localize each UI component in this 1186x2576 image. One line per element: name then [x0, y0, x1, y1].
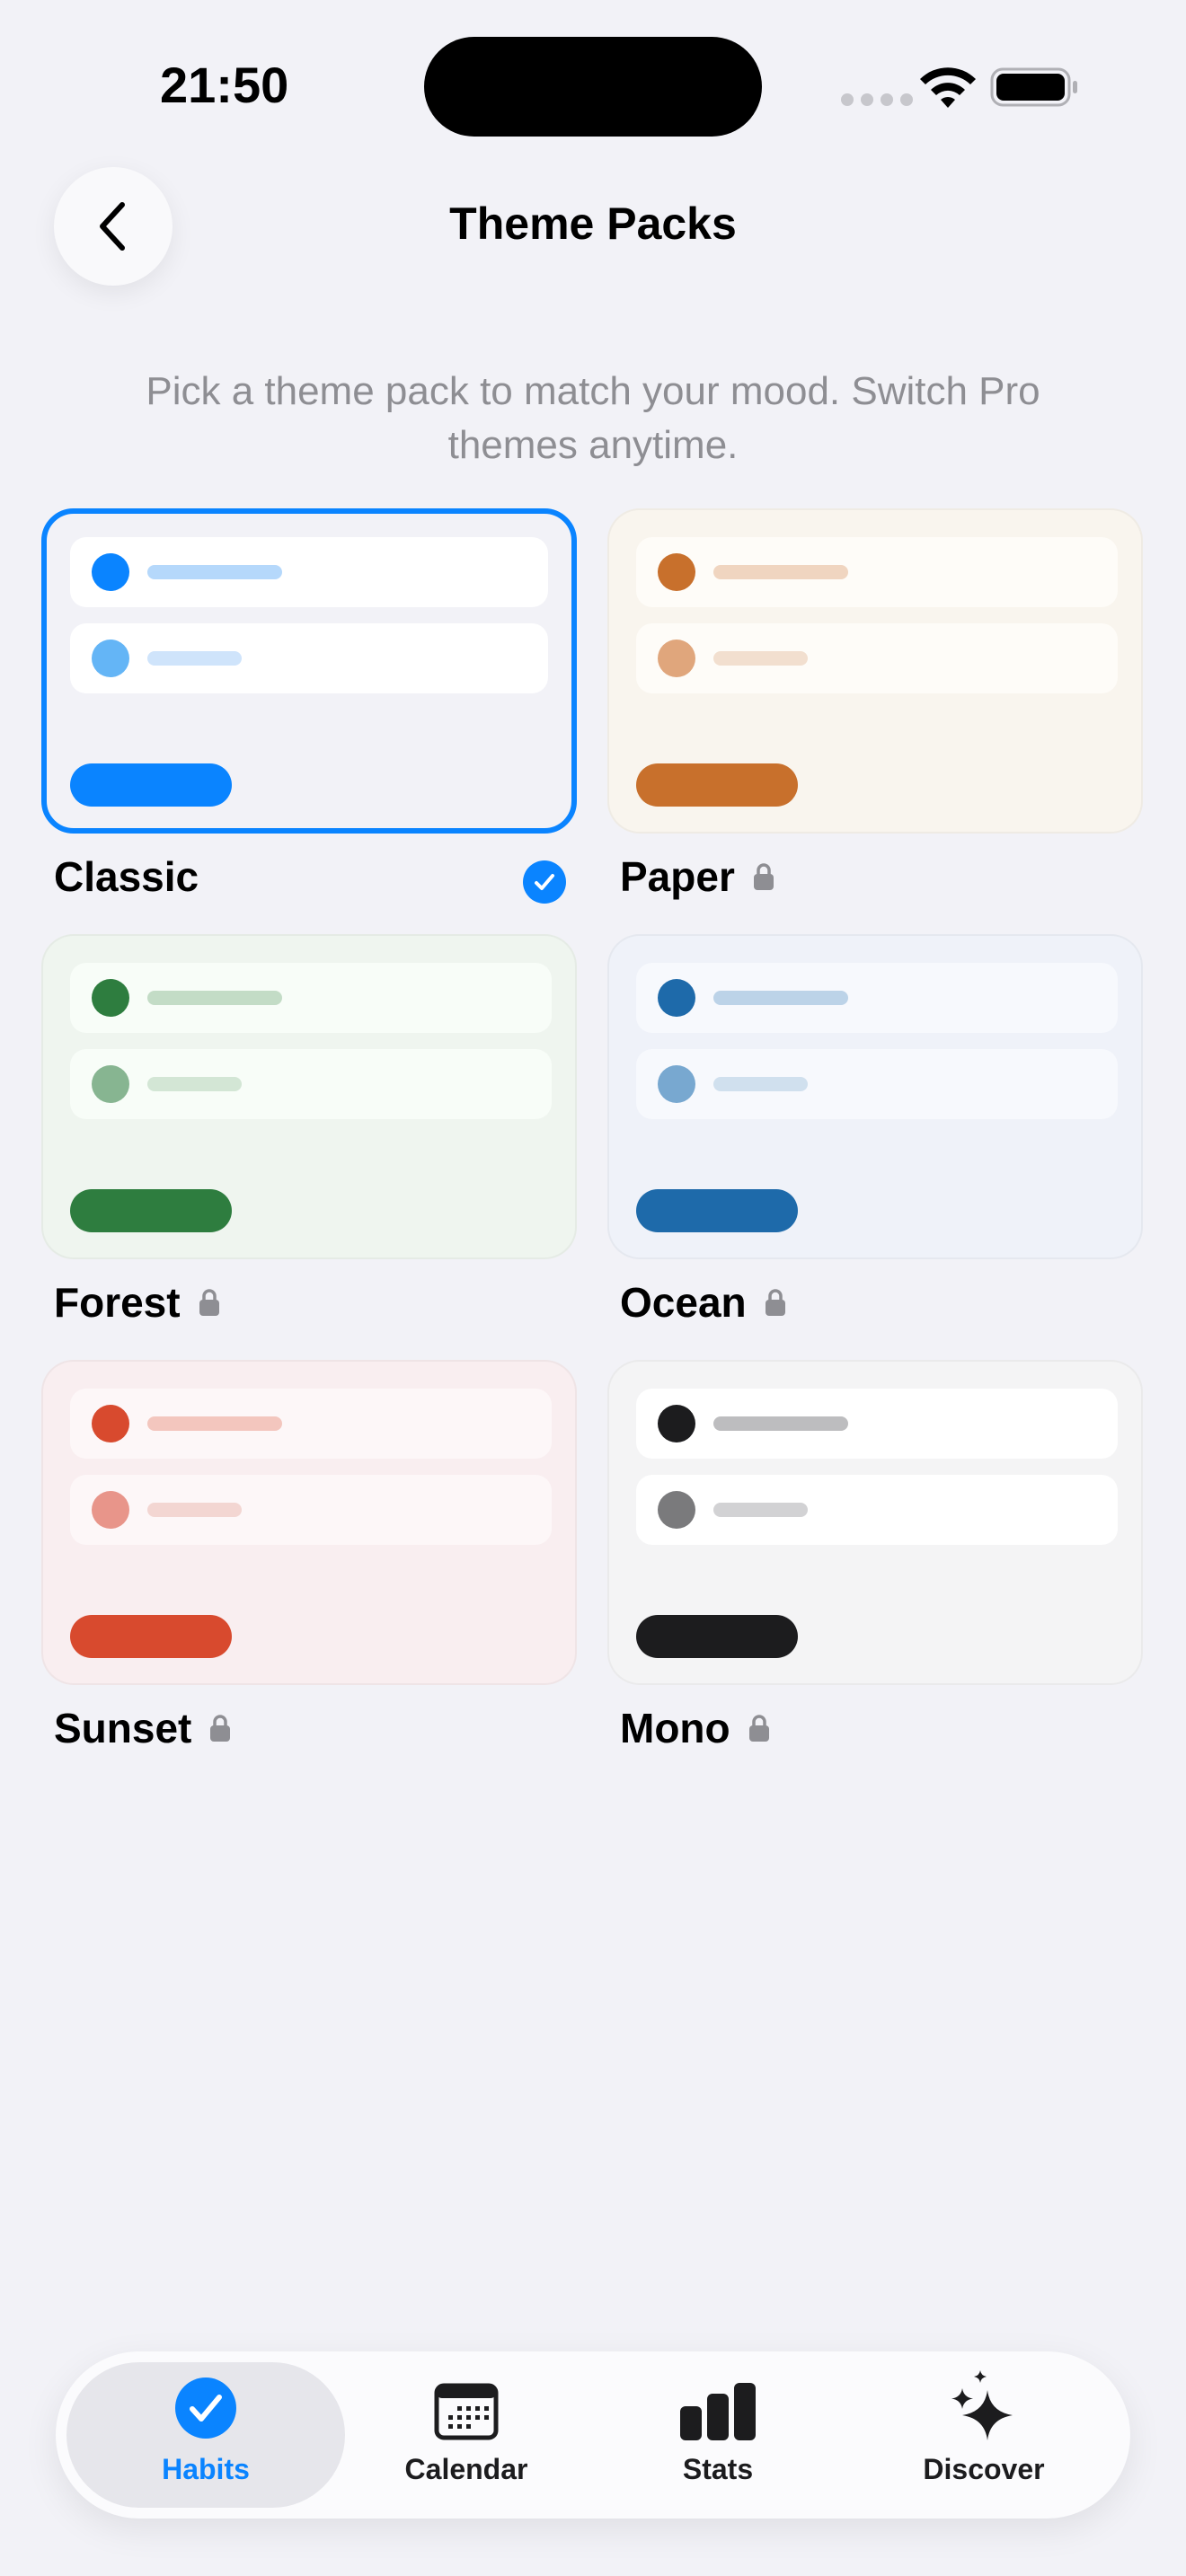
dynamic-island — [424, 37, 762, 137]
page-title: Theme Packs — [449, 198, 737, 249]
tab-label: Calendar — [404, 2453, 528, 2485]
wifi-icon — [920, 67, 976, 108]
preview-dot — [92, 1405, 129, 1442]
theme-name: Sunset — [54, 1705, 192, 1751]
theme-label-row: Mono — [607, 1685, 1143, 1771]
theme-label-row: Classic — [41, 834, 577, 920]
preview-dot — [658, 1405, 695, 1442]
cellular-signal-icon — [841, 93, 913, 106]
theme-preview[interactable] — [41, 934, 577, 1259]
status-time: 21:50 — [160, 57, 289, 113]
lock-icon — [753, 863, 774, 890]
tab-label: Stats — [682, 2453, 754, 2485]
preview-row — [70, 963, 552, 1033]
preview-dot — [92, 1491, 129, 1529]
sparkles-icon — [951, 2370, 1013, 2440]
preview-button — [636, 1189, 798, 1232]
preview-dot — [658, 553, 695, 591]
preview-bar — [147, 651, 242, 666]
preview-bar — [713, 1077, 808, 1091]
preview-row — [636, 1049, 1118, 1119]
preview-button — [70, 1189, 232, 1232]
preview-dot — [658, 1065, 695, 1103]
theme-preview[interactable] — [607, 934, 1143, 1259]
bar-chart-icon — [680, 2383, 756, 2440]
preview-button — [636, 1615, 798, 1658]
theme-card-sunset[interactable]: Sunset — [41, 1360, 577, 1771]
theme-name: Paper — [620, 853, 735, 900]
theme-card-classic[interactable]: Classic — [41, 508, 577, 920]
tab-calendar[interactable]: Calendar — [345, 2362, 588, 2508]
preview-bar — [147, 1503, 242, 1517]
preview-dot — [658, 1491, 695, 1529]
theme-name: Mono — [620, 1705, 730, 1751]
preview-row — [70, 1475, 552, 1545]
preview-bar — [713, 565, 848, 579]
preview-row — [70, 1389, 552, 1459]
preview-row — [636, 1389, 1118, 1459]
tab-stats[interactable]: Stats — [588, 2362, 848, 2508]
checkmark-circle-icon — [175, 2378, 236, 2439]
theme-preview[interactable] — [607, 508, 1143, 834]
preview-dot — [658, 640, 695, 677]
preview-bar — [713, 651, 808, 666]
preview-button — [70, 1615, 232, 1658]
preview-bar — [713, 1416, 848, 1431]
preview-row — [70, 623, 548, 693]
theme-card-paper[interactable]: Paper — [607, 508, 1143, 920]
preview-bar — [147, 565, 282, 579]
preview-button — [636, 763, 798, 807]
preview-dot — [92, 640, 129, 677]
page-subtitle: Pick a theme pack to match your mood. Sw… — [146, 369, 1040, 467]
preview-row — [636, 1475, 1118, 1545]
tab-habits[interactable]: Habits — [66, 2362, 345, 2508]
tab-bar: Habits Calendar Stats Discover — [56, 2351, 1130, 2519]
calendar-icon — [434, 2383, 499, 2440]
lock-icon — [210, 1715, 231, 1742]
preview-row — [70, 1049, 552, 1119]
preview-row — [636, 963, 1118, 1033]
theme-label-row: Ocean — [607, 1259, 1143, 1345]
battery-icon — [990, 67, 1077, 107]
preview-dot — [658, 979, 695, 1017]
preview-dot — [92, 1065, 129, 1103]
selected-checkmark-icon — [523, 860, 566, 904]
theme-label-row: Paper — [607, 834, 1143, 920]
theme-card-mono[interactable]: Mono — [607, 1360, 1143, 1771]
theme-card-ocean[interactable]: Ocean — [607, 934, 1143, 1345]
preview-bar — [713, 991, 848, 1005]
preview-button — [70, 763, 232, 807]
preview-row — [636, 623, 1118, 693]
theme-name: Classic — [54, 853, 199, 900]
preview-dot — [92, 979, 129, 1017]
preview-bar — [147, 1077, 242, 1091]
tab-discover[interactable]: Discover — [848, 2362, 1120, 2508]
preview-dot — [92, 553, 129, 591]
theme-preview[interactable] — [41, 1360, 577, 1685]
preview-row — [70, 537, 548, 607]
theme-label-row: Sunset — [41, 1685, 577, 1771]
preview-bar — [147, 991, 282, 1005]
lock-icon — [748, 1715, 769, 1742]
theme-card-forest[interactable]: Forest — [41, 934, 577, 1345]
tab-label: Discover — [923, 2453, 1045, 2485]
preview-row — [636, 537, 1118, 607]
theme-label-row: Forest — [41, 1259, 577, 1345]
tab-label: Habits — [162, 2453, 250, 2485]
theme-preview[interactable] — [41, 508, 577, 834]
theme-name: Forest — [54, 1279, 181, 1326]
lock-icon — [765, 1289, 785, 1316]
preview-bar — [713, 1503, 808, 1517]
theme-name: Ocean — [620, 1279, 747, 1326]
theme-preview[interactable] — [607, 1360, 1143, 1685]
lock-icon — [199, 1289, 219, 1316]
preview-bar — [147, 1416, 282, 1431]
